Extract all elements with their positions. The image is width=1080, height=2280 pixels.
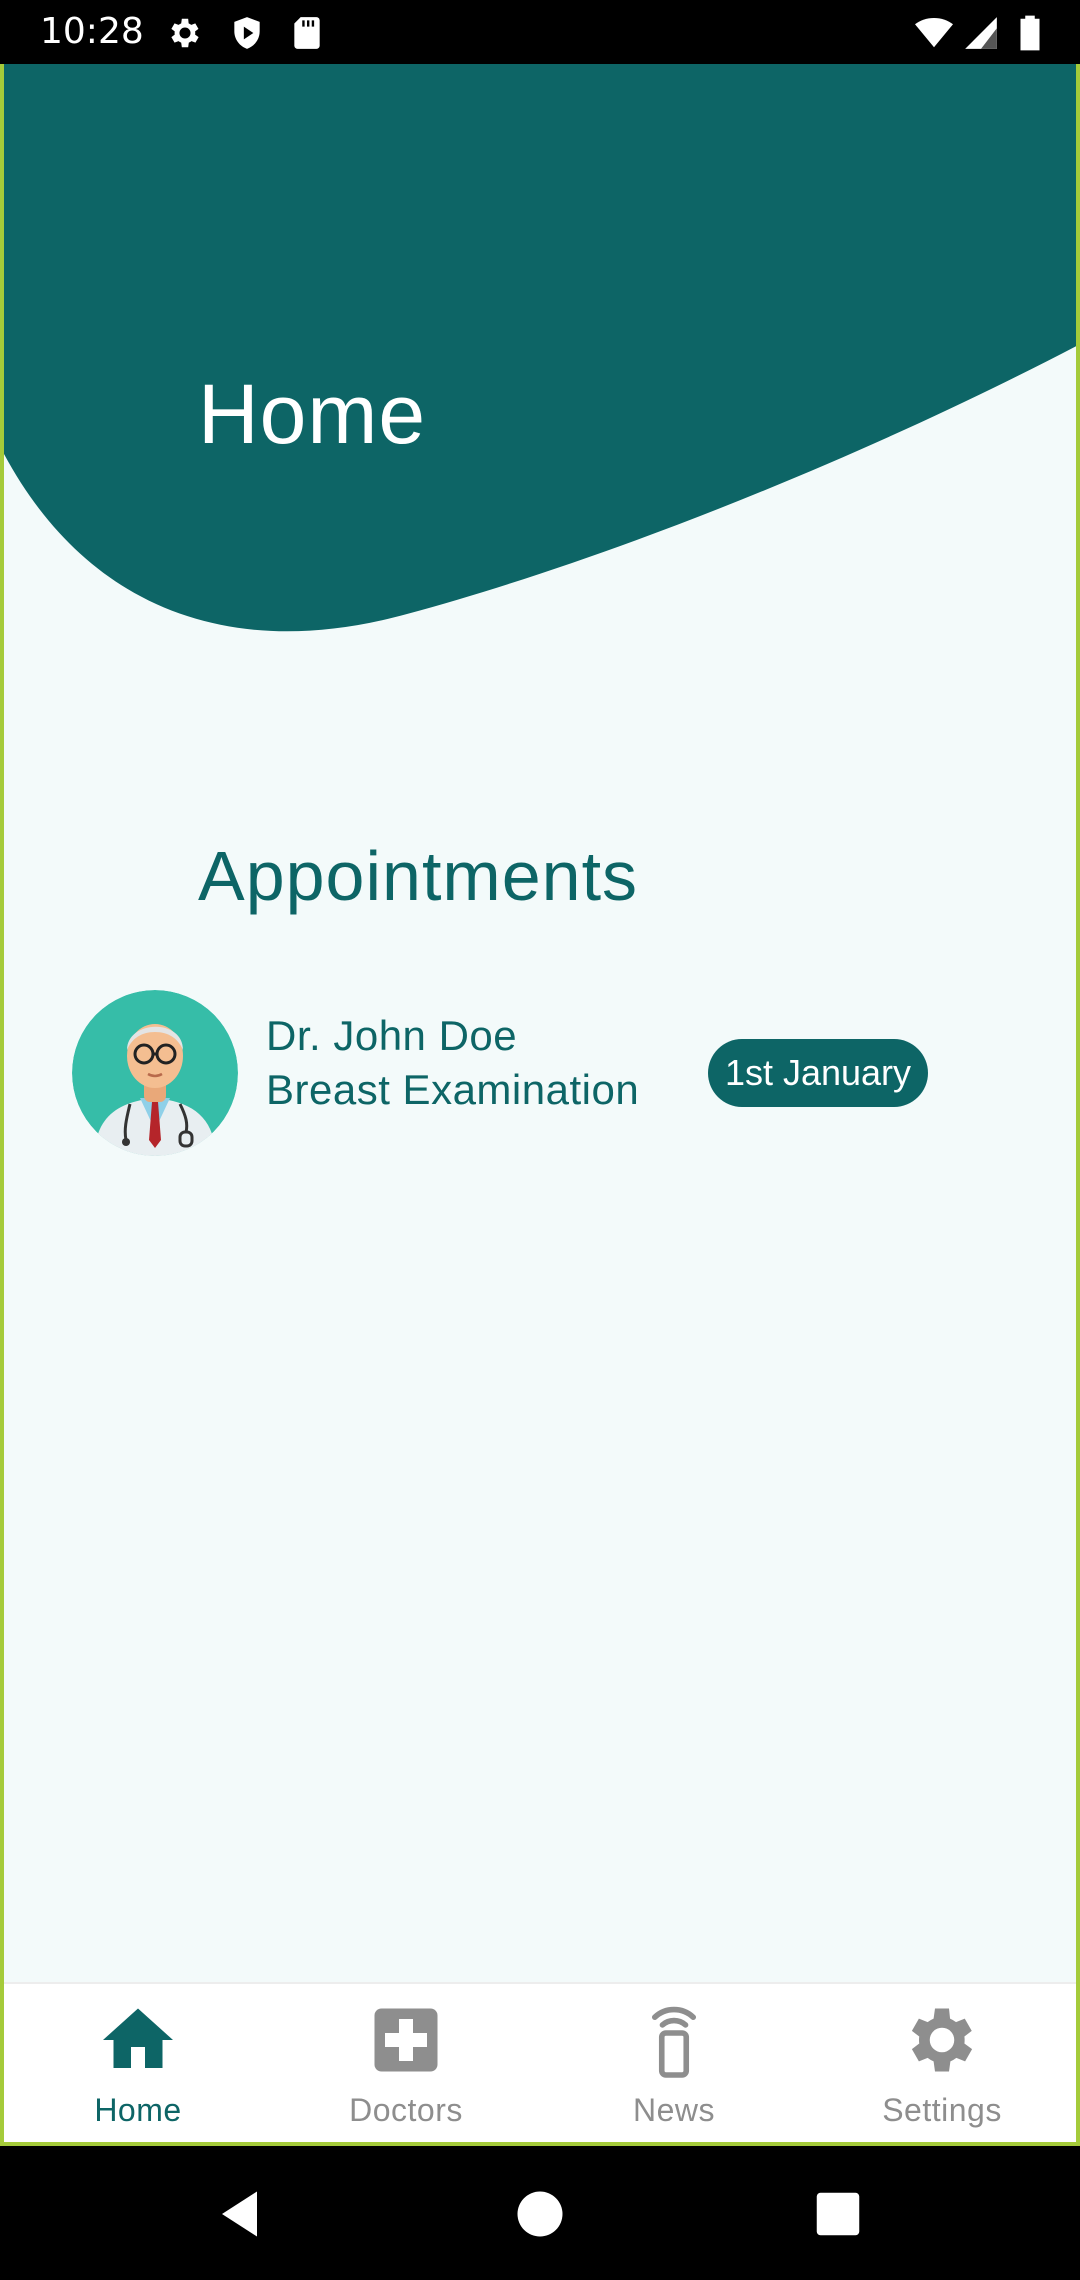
nav-item-doctors[interactable]: Doctors — [272, 1984, 540, 2142]
nav-item-settings[interactable]: Settings — [808, 1984, 1076, 2142]
gear-icon — [171, 18, 199, 48]
gear-icon — [911, 2008, 973, 2072]
nav-label-settings: Settings — [882, 2092, 1002, 2128]
wifi-icon — [915, 17, 953, 48]
home-circle-icon[interactable] — [510, 2184, 570, 2244]
nav-label-doctors: Doctors — [349, 2092, 463, 2128]
status-bar: 10:28 — [0, 0, 1080, 64]
nav-label-news: News — [632, 2092, 715, 2128]
appointments-heading: Appointments — [198, 837, 639, 915]
doctor-name: Dr. John Doe — [266, 1012, 518, 1059]
appointment-date-badge: 1st January — [708, 1039, 928, 1107]
signal-icon — [965, 17, 997, 49]
app-content: Home Appointments Dr. John Doe Breast Ex… — [0, 64, 1080, 2146]
back-icon[interactable] — [212, 2184, 272, 2244]
nav-item-news[interactable]: News — [540, 1984, 808, 2142]
nav-label-home: Home — [94, 2092, 182, 2128]
shield-play-icon — [234, 17, 260, 49]
nav-item-home[interactable]: Home — [4, 1984, 272, 2142]
header-wave-background — [4, 64, 1076, 632]
status-time: 10:28 — [40, 11, 144, 52]
page-title: Home — [198, 367, 427, 461]
medical-cross-icon — [374, 2008, 438, 2072]
recents-icon[interactable] — [808, 2184, 868, 2244]
screen: 10:28 Home Appointments Dr. John Doe Bre… — [0, 0, 1080, 2280]
appointment-type: Breast Examination — [266, 1066, 640, 1113]
system-navigation-bar — [0, 2146, 1080, 2280]
bottom-navigation: Home Doctors News Settings — [4, 1982, 1076, 2142]
home-icon — [103, 2008, 173, 2068]
appointment-card[interactable]: Dr. John Doe Breast Examination 1st Janu… — [72, 990, 952, 1156]
sd-card-icon — [294, 17, 320, 49]
battery-icon — [1020, 15, 1040, 51]
doctor-avatar-icon — [72, 990, 238, 1156]
phone-broadcast-icon — [651, 2006, 697, 2078]
